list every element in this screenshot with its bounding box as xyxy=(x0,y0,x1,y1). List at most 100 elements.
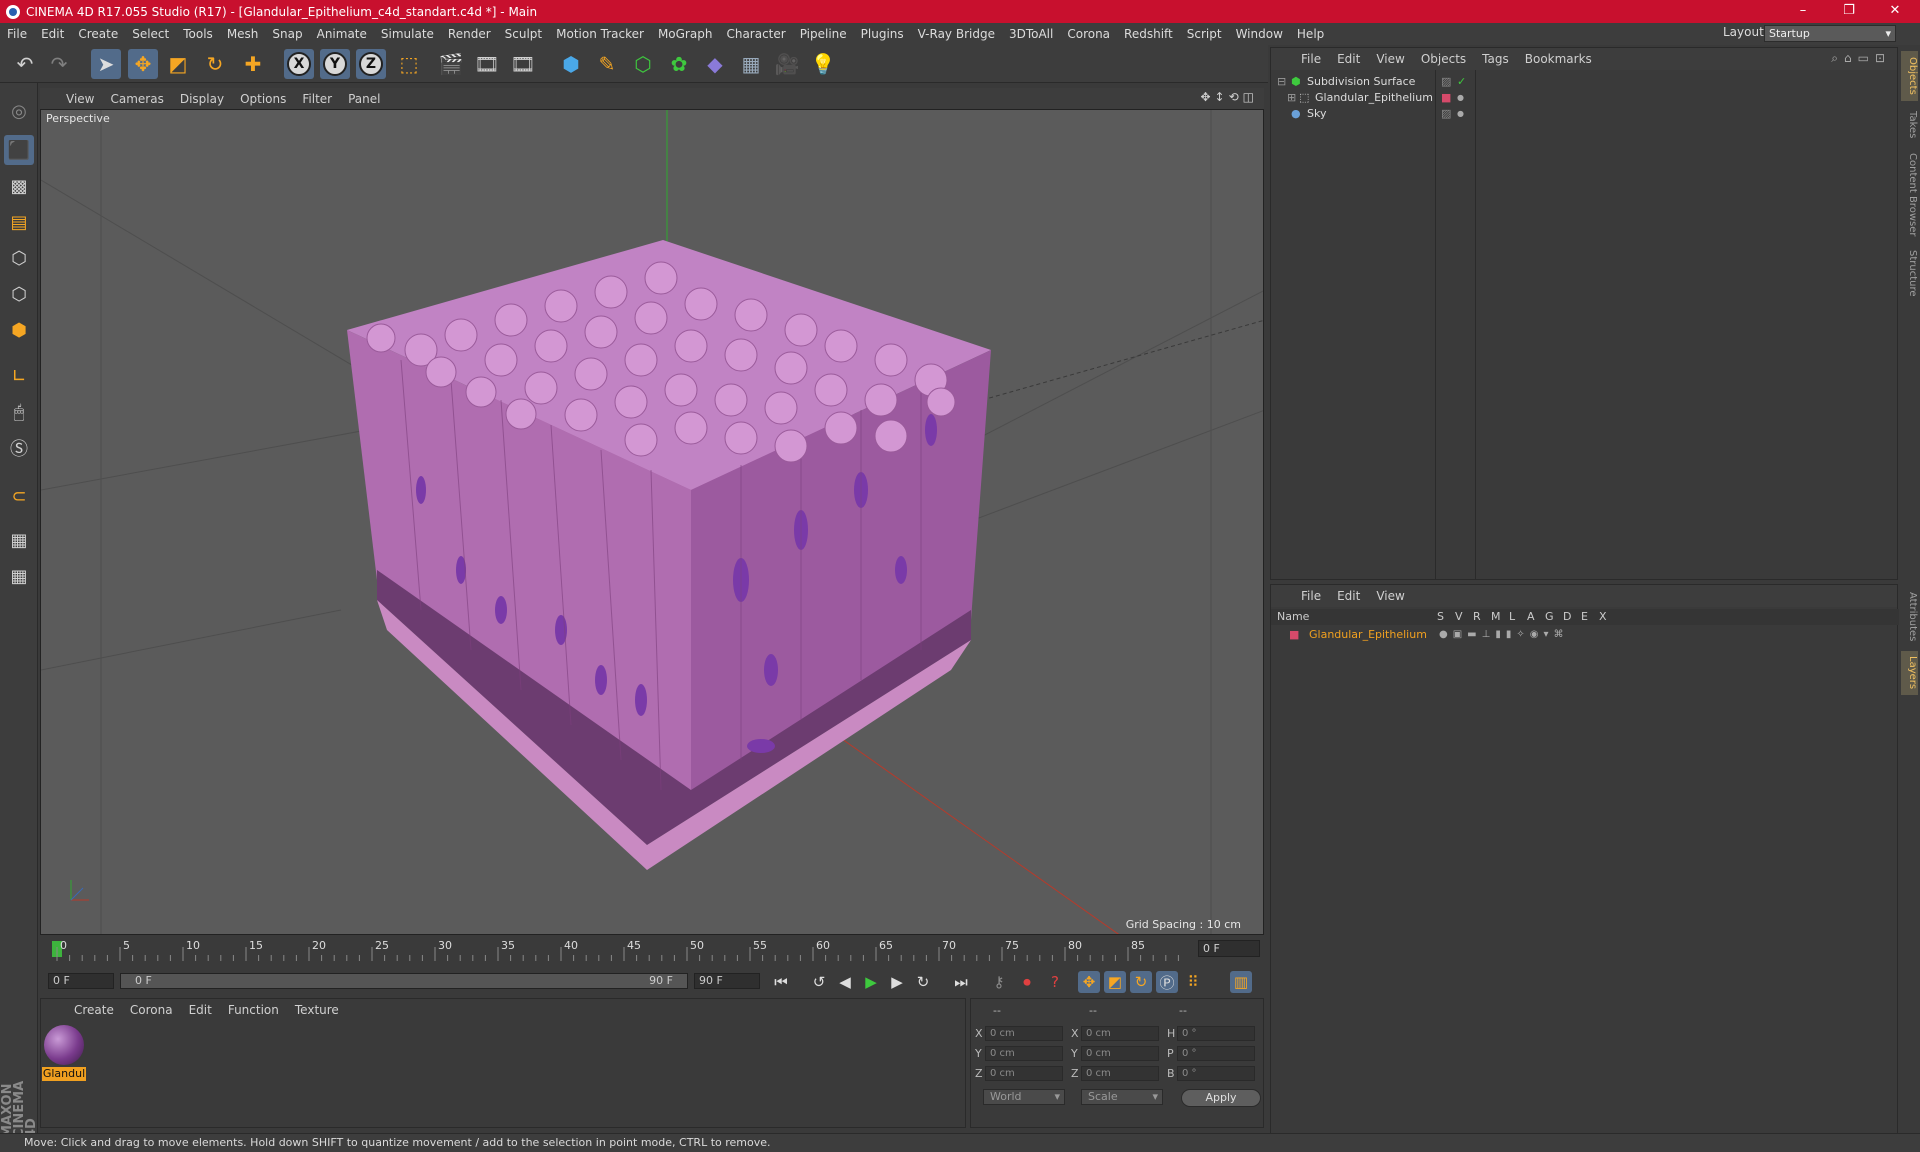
menu-sculpt[interactable]: Sculpt xyxy=(498,27,549,41)
record-keys-button[interactable]: ⚷ xyxy=(988,971,1010,993)
magnet-tool-button[interactable]: ⊂ xyxy=(4,481,34,511)
prev-key-button[interactable]: ↺ xyxy=(808,971,830,993)
rot-h-field[interactable]: 0 ° xyxy=(1177,1026,1255,1041)
undo-button[interactable]: ↶ xyxy=(10,49,40,79)
texture-mode-button[interactable]: ▩ xyxy=(4,171,34,201)
size-y-field[interactable]: 0 cm xyxy=(1081,1046,1159,1061)
material-menu-create[interactable]: Create xyxy=(66,1003,122,1017)
next-key-button[interactable]: ↻ xyxy=(912,971,934,993)
scale-tool-button[interactable]: ◩ xyxy=(163,49,193,79)
current-frame-field[interactable]: 0 F xyxy=(1198,940,1260,957)
key-parameter-button[interactable]: Ⓟ xyxy=(1156,971,1178,993)
menu-select[interactable]: Select xyxy=(125,27,176,41)
menu-animate[interactable]: Animate xyxy=(310,27,374,41)
menu-character[interactable]: Character xyxy=(719,27,792,41)
menu-script[interactable]: Script xyxy=(1180,27,1229,41)
timeline-window-button[interactable]: ▥ xyxy=(1230,971,1252,993)
menu-help[interactable]: Help xyxy=(1290,27,1331,41)
tab-attributes[interactable]: Attributes xyxy=(1901,587,1918,647)
prev-frame-button[interactable]: ◀ xyxy=(834,971,856,993)
edges-mode-button[interactable]: ⬡ xyxy=(4,279,34,309)
menu-vray-bridge[interactable]: V-Ray Bridge xyxy=(911,27,1002,41)
header-manager[interactable]: M xyxy=(1491,610,1501,623)
search-home-icons[interactable]: ⌕⌂▭⊡ xyxy=(1831,51,1891,66)
move-tool-button[interactable]: ✥ xyxy=(128,49,158,79)
model-mode-button[interactable]: ⬛ xyxy=(4,135,34,165)
menu-render[interactable]: Render xyxy=(441,27,498,41)
select-tool-button[interactable]: ➤ xyxy=(91,49,121,79)
menu-snap[interactable]: Snap xyxy=(265,27,309,41)
keyframe-selection-button[interactable]: ? xyxy=(1044,971,1066,993)
key-pla-button[interactable]: ⠿ xyxy=(1182,971,1204,993)
material-menu-edit[interactable]: Edit xyxy=(181,1003,220,1017)
viewport-menu-cameras[interactable]: Cameras xyxy=(102,92,171,106)
apply-button[interactable]: Apply xyxy=(1181,1089,1261,1107)
menu-tools[interactable]: Tools xyxy=(176,27,220,41)
render-picture-viewer-button[interactable]: 🎞 xyxy=(472,49,502,79)
viewport-menu-panel[interactable]: Panel xyxy=(340,92,388,106)
menu-motion-tracker[interactable]: Motion Tracker xyxy=(549,27,651,41)
object-row-sky[interactable]: ● Sky ▨ ● xyxy=(1271,104,1899,124)
header-view[interactable]: V xyxy=(1455,610,1463,623)
add-deformer-button[interactable]: ◆ xyxy=(700,49,730,79)
material-menu-corona[interactable]: Corona xyxy=(122,1003,181,1017)
add-floor-button[interactable]: ▦ xyxy=(736,49,766,79)
menu-create[interactable]: Create xyxy=(71,27,125,41)
header-solo[interactable]: S xyxy=(1437,610,1444,623)
menu-mograph[interactable]: MoGraph xyxy=(651,27,720,41)
material-thumbnail[interactable] xyxy=(44,1025,84,1065)
menu-plugins[interactable]: Plugins xyxy=(854,27,911,41)
make-editable-button[interactable]: ◎ xyxy=(4,96,34,126)
coord-space-select[interactable]: World ▾ xyxy=(983,1089,1065,1105)
key-scale-button[interactable]: ◩ xyxy=(1104,971,1126,993)
menu-simulate[interactable]: Simulate xyxy=(374,27,441,41)
layer-flag-icons[interactable]: ●▣▬⊥▮▮✧◉▾⌘ xyxy=(1439,627,1568,643)
layers-menu-file[interactable]: File xyxy=(1293,589,1329,603)
menu-corona[interactable]: Corona xyxy=(1060,27,1117,41)
goto-start-button[interactable]: ⏮ xyxy=(770,971,792,993)
maximize-button[interactable]: ❐ xyxy=(1826,0,1872,23)
axis-mode-button[interactable]: ∟ xyxy=(4,361,34,391)
viewport-menu-options[interactable]: Options xyxy=(232,92,294,106)
header-locked[interactable]: L xyxy=(1509,610,1515,623)
goto-end-button[interactable]: ⏭ xyxy=(950,971,972,993)
menu-mesh[interactable]: Mesh xyxy=(220,27,266,41)
rot-b-field[interactable]: 0 ° xyxy=(1177,1066,1255,1081)
objects-menu-tags[interactable]: Tags xyxy=(1474,52,1517,66)
add-light-button[interactable]: 💡 xyxy=(808,49,838,79)
layers-menu-edit[interactable]: Edit xyxy=(1329,589,1368,603)
rotate-tool-button[interactable]: ↻ xyxy=(200,49,230,79)
coordinate-system-button[interactable]: ⬚ xyxy=(394,49,424,79)
key-rotation-button[interactable]: ↻ xyxy=(1130,971,1152,993)
objects-menu-view[interactable]: View xyxy=(1368,52,1412,66)
add-nurbs-button[interactable]: ⬡ xyxy=(628,49,658,79)
layer-color-swatch-icon[interactable]: ■ xyxy=(1289,627,1299,643)
viewport-menu-filter[interactable]: Filter xyxy=(294,92,340,106)
tweak-mode-button[interactable]: 🖱 xyxy=(4,397,34,427)
z-axis-lock-button[interactable]: Z xyxy=(356,49,386,79)
visibility-dots-icon[interactable]: ● xyxy=(1457,104,1464,124)
header-render[interactable]: R xyxy=(1473,610,1481,623)
menu-pipeline[interactable]: Pipeline xyxy=(793,27,854,41)
add-spline-button[interactable]: ✎ xyxy=(592,49,622,79)
menu-window[interactable]: Window xyxy=(1229,27,1290,41)
timeline-ruler[interactable]: 051015202530354045505560657075808590 0 F xyxy=(40,937,1264,965)
y-axis-lock-button[interactable]: Y xyxy=(320,49,350,79)
next-frame-button[interactable]: ▶ xyxy=(886,971,908,993)
perspective-viewport[interactable]: Perspective Grid Spacing : 10 cm xyxy=(40,109,1264,935)
viewport-menu-display[interactable]: Display xyxy=(172,92,232,106)
render-settings-button[interactable]: 🎞 xyxy=(508,49,538,79)
workplane-mode-button[interactable]: ▤ xyxy=(4,207,34,237)
objects-menu-bookmarks[interactable]: Bookmarks xyxy=(1517,52,1600,66)
tab-layers[interactable]: Layers xyxy=(1901,651,1918,695)
layer-swatch-icon[interactable]: ▨ xyxy=(1441,104,1451,124)
min-frame-field[interactable]: 0 F xyxy=(48,973,114,989)
tab-content-browser[interactable]: Content Browser xyxy=(1901,147,1918,243)
pos-y-field[interactable]: 0 cm xyxy=(985,1046,1063,1061)
minimize-button[interactable]: – xyxy=(1780,0,1826,23)
add-array-button[interactable]: ✿ xyxy=(664,49,694,79)
size-z-field[interactable]: 0 cm xyxy=(1081,1066,1159,1081)
redo-button[interactable]: ↷ xyxy=(44,49,74,79)
header-animation[interactable]: A xyxy=(1527,610,1535,623)
close-button[interactable]: ✕ xyxy=(1872,0,1918,23)
